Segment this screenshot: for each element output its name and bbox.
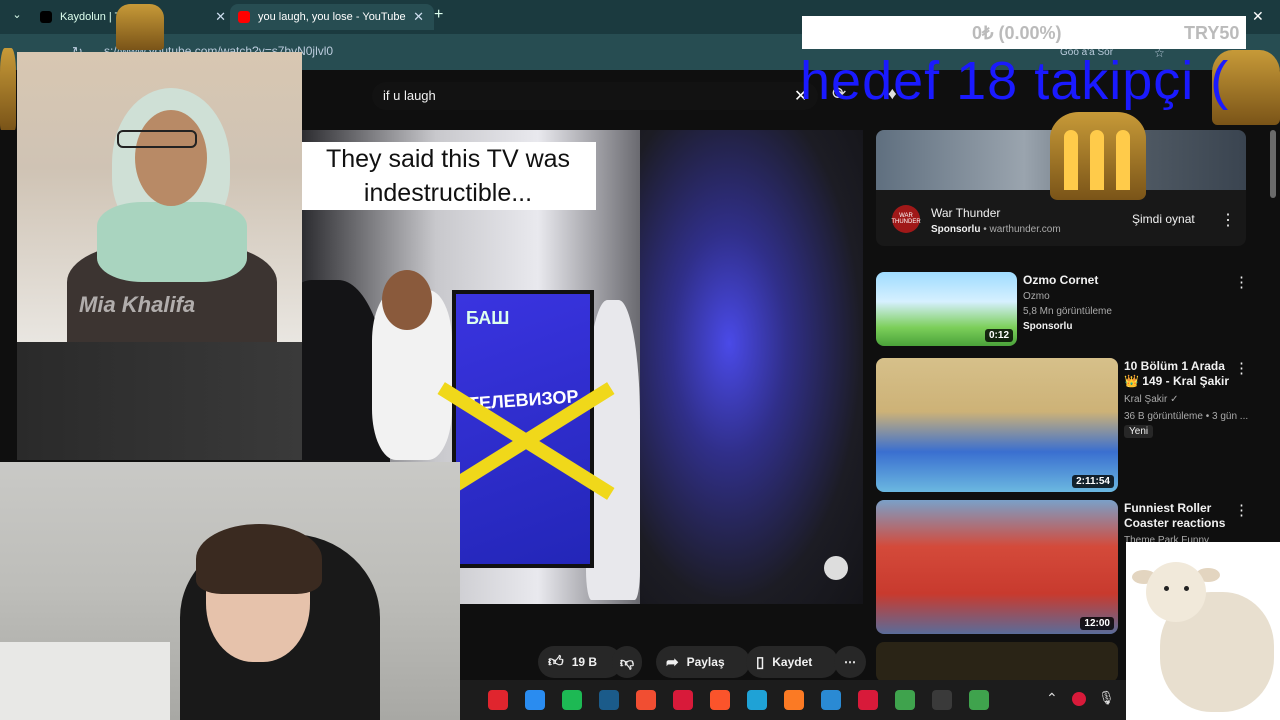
close-icon[interactable]: ✕ <box>215 9 226 25</box>
sponsor-label: Sponsorlu <box>931 224 981 235</box>
spotify-icon[interactable] <box>562 690 582 710</box>
bookmark-icon: ▯ <box>756 654 765 671</box>
person-head <box>382 270 432 330</box>
window-close-icon[interactable]: ✕ <box>1252 8 1264 25</box>
video-thumbnail[interactable] <box>876 642 1118 682</box>
ad-domain: warthunder.com <box>989 224 1061 235</box>
microphone-icon[interactable]: 🎙 <box>1098 690 1115 706</box>
tray-app-icon[interactable] <box>1072 692 1086 706</box>
vivaldi-icon[interactable] <box>858 690 878 710</box>
ad-play-button[interactable]: Şimdi oynat <box>1132 212 1195 226</box>
person-silhouette <box>586 300 640 600</box>
video-thumbnail[interactable]: 12:00 <box>876 500 1118 634</box>
lantern-decoration <box>116 4 164 50</box>
share-icon: ➦ <box>666 654 679 671</box>
ad-menu-icon[interactable]: ⋮ <box>1220 210 1236 230</box>
lantern-window <box>1064 130 1078 190</box>
ad-title[interactable]: War Thunder <box>931 206 1000 220</box>
steam-icon[interactable] <box>599 690 619 710</box>
streamer-webcam <box>0 462 460 720</box>
video-duration: 0:12 <box>984 329 1013 342</box>
obs-icon[interactable] <box>932 690 952 710</box>
thumbs-up-icon: 👍︎ <box>548 653 564 670</box>
webcam-name-watermark: Mia Khalifa <box>79 292 196 317</box>
chrome-icon[interactable] <box>895 690 915 710</box>
person-face <box>135 110 207 206</box>
opera-icon[interactable] <box>488 690 508 710</box>
tv-screen: БАШ ТЕЛЕВИЗОР <box>437 290 615 568</box>
scarf <box>97 202 247 282</box>
save-button[interactable]: ▯ Kaydet <box>746 646 838 678</box>
webcam-overlay-lower <box>17 342 302 460</box>
donation-amount: 0₺ (0.00%) <box>972 23 1062 43</box>
more-actions-button[interactable]: ⋯ <box>834 646 866 678</box>
app-red-icon[interactable] <box>673 690 693 710</box>
thumbs-down-icon: 👎︎ <box>619 653 635 670</box>
video-thumbnail[interactable]: 2:11:54 <box>876 358 1118 492</box>
video-menu-icon[interactable]: ⋮ <box>1234 273 1249 291</box>
video-menu-icon[interactable]: ⋮ <box>1234 501 1249 519</box>
video-duration: 2:11:54 <box>1072 475 1114 488</box>
new-badge: Yeni <box>1124 425 1154 438</box>
sponsored-badge: Sponsorlu <box>1023 321 1073 332</box>
save-label: Kaydet <box>772 655 813 669</box>
edge-icon[interactable] <box>747 690 767 710</box>
new-tab-button[interactable]: + <box>434 6 443 24</box>
webcam-overlay-top: Mia Khalifa <box>17 52 302 342</box>
video-channel[interactable]: Ozmo <box>1023 289 1050 304</box>
like-count: 19 B <box>571 655 598 669</box>
tv-brand: БАШ <box>466 308 510 328</box>
like-button[interactable]: 👍︎ 19 B <box>538 646 622 678</box>
tab-youtube[interactable]: you laugh, you lose - YouTube ✕ <box>230 4 434 30</box>
sheep-head <box>1146 562 1206 622</box>
sheep-eye <box>1184 586 1189 591</box>
video-caption: They said this TV was indestructible... <box>300 142 596 210</box>
lantern-window <box>1116 130 1130 190</box>
share-button[interactable]: ➦ Paylaş <box>656 646 750 678</box>
search-box[interactable] <box>372 82 818 110</box>
war-thunder-logo: WAR THUNDER <box>891 205 921 233</box>
lantern-window <box>1090 130 1104 190</box>
video-title[interactable]: 10 Bölüm 1 Arada 👑 149 - Kral Şakir <box>1124 359 1236 389</box>
follower-goal-text: hedef 18 takipçi ( <box>800 51 1230 111</box>
video-thumbnail[interactable]: 0:12 <box>876 272 1017 346</box>
git-icon[interactable] <box>636 690 656 710</box>
donation-goal: TRY50 <box>1184 23 1240 43</box>
tab-search-button[interactable]: ⌄ <box>8 8 26 26</box>
brave-icon[interactable] <box>710 690 730 710</box>
xampp-icon[interactable] <box>784 690 804 710</box>
person-hair <box>196 524 322 594</box>
video-title[interactable]: Funniest Roller Coaster reactions <box>1124 501 1234 531</box>
sheep-eye <box>1164 586 1169 591</box>
copilot-icon[interactable] <box>525 690 545 710</box>
share-label: Paylaş <box>686 655 725 669</box>
search-input[interactable]: if u laugh <box>383 88 436 103</box>
lantern-decoration <box>1050 112 1146 200</box>
tray-chevron-icon[interactable]: ⌃ <box>1046 690 1058 707</box>
video-duration: 12:00 <box>1080 617 1114 630</box>
mute-icon[interactable] <box>824 556 848 580</box>
video-views: 5,8 Mn görüntüleme <box>1023 306 1112 317</box>
dislike-button[interactable]: 👎︎ <box>612 646 642 678</box>
youtube-icon <box>238 11 250 23</box>
sheep-sticker <box>1126 542 1280 720</box>
video-views: 36 B görüntüleme • 3 gün ... <box>1124 411 1249 422</box>
video-menu-icon[interactable]: ⋮ <box>1234 359 1249 377</box>
lantern-decoration <box>0 48 16 130</box>
ad-sponsor-line: Sponsorlu • warthunder.com <box>931 224 1061 235</box>
sidebar-scrollbar[interactable] <box>1270 130 1276 198</box>
video-title[interactable]: Ozmo Cornet <box>1023 273 1098 288</box>
close-icon[interactable]: ✕ <box>413 9 424 25</box>
tab-label: you laugh, you lose - YouTube <box>258 11 406 23</box>
background-shelf <box>0 642 170 720</box>
chrome-alt-icon[interactable] <box>969 690 989 710</box>
glasses <box>117 130 197 148</box>
vscode-icon[interactable] <box>821 690 841 710</box>
video-blurred-area <box>640 130 863 604</box>
more-icon: ⋯ <box>844 655 856 669</box>
tiktok-icon <box>40 11 52 23</box>
video-channel[interactable]: Kral Şakir ✓ <box>1124 392 1179 407</box>
